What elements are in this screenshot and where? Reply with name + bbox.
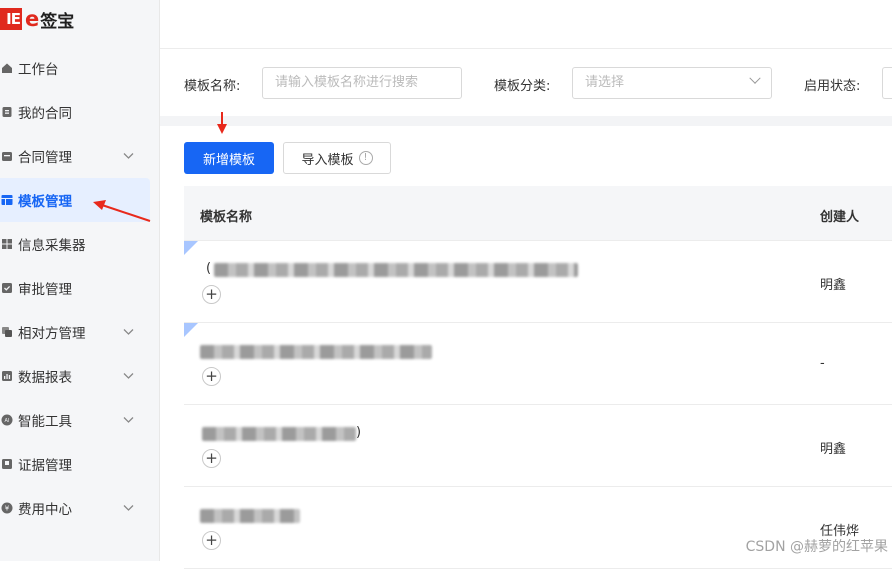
logo-e: e [25, 8, 39, 30]
ai-icon: AI [0, 413, 14, 427]
template-table: 模板名称 创建人 ( + 明鑫 + - ) + 明鑫 + 任伟烨 [184, 186, 892, 569]
add-template-button[interactable]: 新增模板 [184, 142, 274, 174]
creator-name: 明鑫 [820, 438, 846, 457]
redacted-name [214, 263, 578, 277]
creator-name: 明鑫 [820, 274, 846, 293]
info-icon[interactable]: ! [359, 151, 373, 165]
sidebar-menu: 工作台 我的合同 合同管理 模板管理 信息 [0, 46, 160, 530]
grid-icon [0, 237, 14, 251]
logo[interactable]: IE e 签宝 [0, 8, 74, 30]
table-row[interactable]: ) + 明鑫 [184, 405, 892, 487]
sidebar-item-label: 费用中心 [18, 498, 72, 518]
add-icon[interactable]: + [202, 285, 221, 304]
add-icon[interactable]: + [202, 367, 221, 386]
sidebar: IE e 签宝 工作台 我的合同 合同管理 [0, 0, 160, 561]
creator-name: - [820, 356, 825, 371]
table-header: 模板名称 创建人 [184, 186, 892, 241]
logo-text: 签宝 [40, 7, 74, 32]
sidebar-item-label: 我的合同 [18, 102, 72, 122]
sidebar-item-approval[interactable]: 审批管理 [0, 266, 160, 310]
folder-icon [0, 149, 14, 163]
fee-icon: ¥ [0, 501, 14, 515]
chart-icon [0, 369, 14, 383]
table-row[interactable]: ( + 明鑫 [184, 241, 892, 323]
redacted-name [202, 427, 356, 441]
add-icon[interactable]: + [202, 449, 221, 468]
new-badge-corner [184, 241, 198, 255]
chevron-down-icon[interactable] [123, 414, 134, 427]
svg-text:¥: ¥ [5, 505, 10, 513]
sidebar-item-label: 相对方管理 [18, 322, 86, 342]
template-category-select[interactable]: 请选择 [572, 67, 772, 99]
add-icon[interactable]: + [202, 531, 221, 550]
evidence-icon [0, 457, 14, 471]
logo-mark: IE [0, 8, 22, 30]
redacted-name [200, 509, 300, 523]
sidebar-item-label: 智能工具 [18, 410, 72, 430]
section-divider [160, 116, 892, 126]
new-badge-corner [184, 323, 198, 337]
top-bar [160, 0, 892, 49]
chevron-down-icon [749, 73, 760, 84]
sidebar-item-contract-management[interactable]: 合同管理 [0, 134, 160, 178]
chevron-down-icon[interactable] [123, 326, 134, 339]
chevron-down-icon[interactable] [123, 370, 134, 383]
table-row[interactable]: + 任伟烨 [184, 487, 892, 569]
template-name[interactable]: ( [206, 261, 211, 276]
template-icon [0, 193, 14, 207]
sidebar-item-label: 数据报表 [18, 366, 72, 386]
sidebar-item-label: 合同管理 [18, 146, 72, 166]
sidebar-item-label: 工作台 [18, 58, 59, 78]
template-name-placeholder: 请输入模板名称进行搜索 [275, 75, 418, 90]
template-category-label: 模板分类: [494, 75, 550, 94]
template-name-search-input[interactable]: 请输入模板名称进行搜索 [262, 67, 462, 99]
sidebar-item-label: 信息采集器 [18, 234, 86, 254]
sidebar-item-my-contracts[interactable]: 我的合同 [0, 90, 160, 134]
import-template-label: 导入模板 [301, 149, 353, 168]
redacted-name [200, 345, 432, 359]
template-name-label: 模板名称: [184, 75, 240, 94]
counterparty-icon [0, 325, 14, 339]
approval-icon [0, 281, 14, 295]
sidebar-item-workbench[interactable]: 工作台 [0, 46, 160, 90]
column-header-creator: 创建人 [820, 206, 859, 225]
watermark: CSDN @赫萝的红苹果 [746, 536, 888, 556]
status-select[interactable] [882, 67, 892, 99]
sidebar-item-counterparty[interactable]: 相对方管理 [0, 310, 160, 354]
svg-text:AI: AI [5, 418, 10, 424]
add-template-label: 新增模板 [203, 149, 255, 168]
status-label: 启用状态: [804, 75, 860, 94]
template-name[interactable]: ) [356, 425, 361, 440]
sidebar-item-label: 审批管理 [18, 278, 72, 298]
column-header-template-name: 模板名称 [200, 206, 252, 225]
sidebar-item-billing[interactable]: ¥ 费用中心 [0, 486, 160, 530]
sidebar-item-ai-tools[interactable]: AI 智能工具 [0, 398, 160, 442]
chevron-down-icon[interactable] [123, 150, 134, 163]
template-category-placeholder: 请选择 [585, 75, 624, 90]
sidebar-item-template-management[interactable]: 模板管理 [0, 178, 150, 222]
sidebar-item-evidence[interactable]: 证据管理 [0, 442, 160, 486]
sidebar-item-label: 模板管理 [18, 190, 72, 210]
sidebar-item-label: 证据管理 [18, 454, 72, 474]
sidebar-item-reports[interactable]: 数据报表 [0, 354, 160, 398]
import-template-button[interactable]: 导入模板 ! [283, 142, 391, 174]
home-icon [0, 61, 14, 75]
chevron-down-icon[interactable] [123, 502, 134, 515]
sidebar-item-info-collector[interactable]: 信息采集器 [0, 222, 160, 266]
table-row[interactable]: + - [184, 323, 892, 405]
contract-icon [0, 105, 14, 119]
